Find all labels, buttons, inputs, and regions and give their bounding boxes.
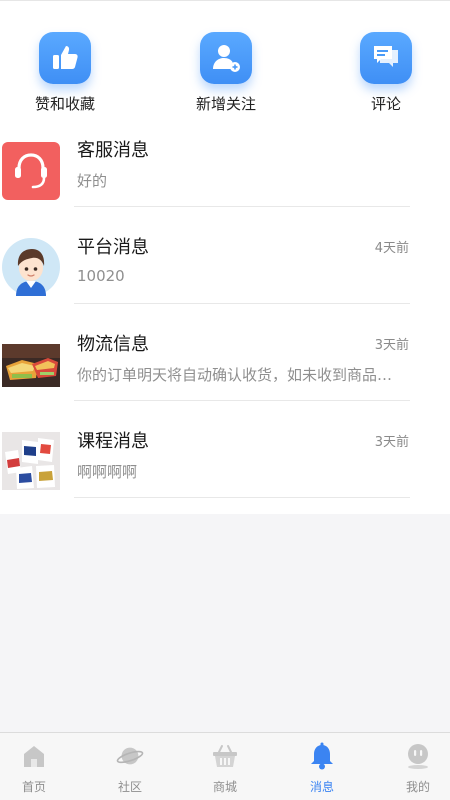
message-title: 客服消息	[77, 140, 149, 161]
tab-label: 我的	[405, 780, 430, 794]
message-title: 课程消息	[77, 431, 149, 452]
message-title: 物流信息	[77, 334, 149, 355]
thumbs-up-icon	[39, 32, 91, 84]
tab-home[interactable]: 首页	[0, 733, 79, 800]
new-followers-button[interactable]: 新增关注	[166, 32, 286, 114]
list-divider	[74, 497, 410, 498]
message-time: 4天前	[374, 241, 409, 256]
comment-icon	[360, 32, 412, 84]
messages-page: 赞和收藏 新增关注 评论 客服消息 好的 平台消息 4天前 10020 物流信息…	[0, 0, 450, 800]
gift-bags-photo-avatar	[2, 432, 60, 490]
bell-icon	[308, 742, 336, 770]
message-title: 平台消息	[77, 237, 149, 258]
add-user-icon	[200, 32, 252, 84]
message-time: 3天前	[374, 435, 409, 450]
message-preview: 10020	[77, 267, 125, 285]
likes-favorites-button[interactable]: 赞和收藏	[5, 32, 125, 114]
tab-label: 商城	[212, 780, 237, 794]
message-preview: 啊啊啊啊	[77, 463, 138, 481]
basket-icon	[211, 742, 239, 770]
message-preview: 好的	[77, 172, 108, 190]
tab-mine[interactable]: 我的	[373, 733, 450, 800]
profile-icon	[404, 742, 432, 770]
tab-mall[interactable]: 商城	[180, 733, 270, 800]
headset-avatar	[2, 142, 60, 200]
message-item-course[interactable]: 课程消息 3天前 啊啊啊啊	[0, 401, 450, 498]
tab-messages[interactable]: 消息	[277, 733, 367, 800]
tab-label: 首页	[21, 780, 46, 794]
message-item-platform[interactable]: 平台消息 4天前 10020	[0, 207, 450, 304]
planet-icon	[116, 742, 144, 770]
boy-avatar	[2, 238, 60, 296]
tab-label: 社区	[117, 780, 142, 794]
message-item-customer-service[interactable]: 客服消息 好的	[0, 110, 450, 207]
message-time: 3天前	[374, 338, 409, 353]
message-item-logistics[interactable]: 物流信息 3天前 你的订单明天将自动确认收货，如未收到商品请及时联系商家	[0, 304, 450, 401]
tab-label: 消息	[309, 780, 334, 794]
message-preview: 你的订单明天将自动确认收货，如未收到商品请及时联系商家	[77, 366, 407, 384]
bottom-tab-bar: 首页 社区 商城 消息 我的	[0, 732, 450, 800]
comments-button[interactable]: 评论	[326, 32, 446, 114]
tab-community[interactable]: 社区	[85, 733, 175, 800]
home-icon	[20, 742, 48, 770]
food-photo-avatar	[2, 344, 60, 387]
